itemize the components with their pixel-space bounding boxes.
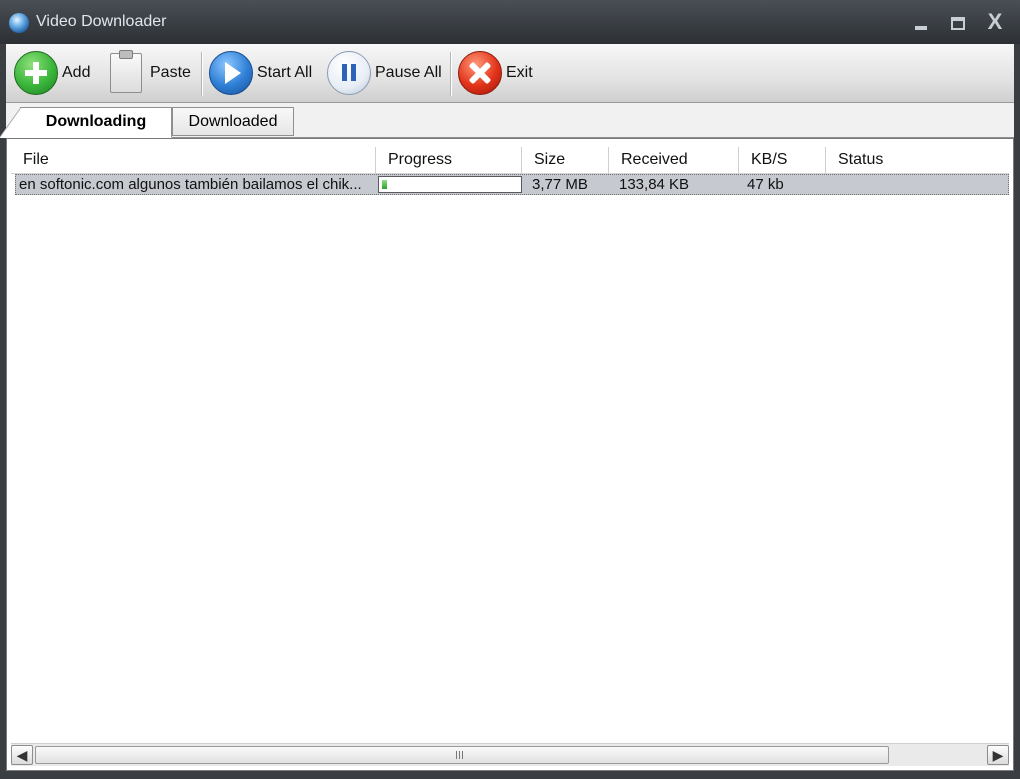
list-header: File Progress Size Received KB/S Status <box>11 147 1009 174</box>
column-header-status[interactable]: Status <box>826 147 1009 173</box>
clipboard-icon <box>110 50 142 93</box>
column-header-file[interactable]: File <box>11 147 376 173</box>
exit-button[interactable]: Exit <box>458 44 533 102</box>
tab-strip: Downloading Downloaded <box>0 103 1014 138</box>
downloads-list[interactable]: File Progress Size Received KB/S Status … <box>6 138 1014 771</box>
progress-bar <box>378 176 522 193</box>
title-bar[interactable]: Video Downloader X <box>0 0 1020 44</box>
minimize-button[interactable] <box>910 12 932 32</box>
start-all-button[interactable]: Start All <box>209 44 312 102</box>
window-title: Video Downloader <box>36 13 167 30</box>
exit-icon <box>458 51 502 95</box>
play-icon <box>209 51 253 95</box>
pause-icon <box>327 51 371 95</box>
close-button[interactable]: X <box>984 11 1006 33</box>
add-button[interactable]: Add <box>14 44 90 102</box>
start-all-button-label: Start All <box>257 64 313 81</box>
column-header-speed[interactable]: KB/S <box>739 147 826 173</box>
column-header-received[interactable]: Received <box>609 147 739 173</box>
column-header-size[interactable]: Size <box>522 147 609 173</box>
app-window: Video Downloader X Add Paste Start All P… <box>0 0 1020 779</box>
pause-all-button-label: Pause All <box>375 64 442 81</box>
speed-cell: 47 kb <box>747 176 784 193</box>
table-row[interactable]: en softonic.com algunos también bailamos… <box>15 174 1009 195</box>
grip-icon <box>456 751 464 759</box>
file-cell: en softonic.com algunos también bailamos… <box>19 176 362 193</box>
exit-button-label: Exit <box>506 64 533 81</box>
toolbar-separator <box>450 52 452 96</box>
received-cell: 133,84 KB <box>619 176 690 193</box>
size-cell: 3,77 MB <box>532 176 588 193</box>
add-icon <box>14 51 58 95</box>
scroll-right-button[interactable]: ▶ <box>987 745 1009 765</box>
paste-button-label: Paste <box>150 64 191 81</box>
globe-icon <box>9 13 29 33</box>
status-cell <box>839 175 999 194</box>
scroll-left-button[interactable]: ◀ <box>11 745 33 765</box>
paste-button[interactable]: Paste <box>106 44 191 102</box>
maximize-button[interactable] <box>947 12 969 32</box>
progress-fill <box>382 180 387 189</box>
toolbar-separator <box>201 52 203 96</box>
add-button-label: Add <box>62 64 91 81</box>
tab-downloading[interactable]: Downloading <box>0 107 172 138</box>
horizontal-scrollbar[interactable]: ◀ ▶ <box>11 743 1009 766</box>
toolbar: Add Paste Start All Pause All Exit <box>6 44 1014 103</box>
column-header-progress[interactable]: Progress <box>376 147 522 173</box>
scroll-thumb[interactable] <box>35 746 889 764</box>
pause-all-button[interactable]: Pause All <box>327 44 442 102</box>
tab-downloaded[interactable]: Downloaded <box>172 107 294 136</box>
